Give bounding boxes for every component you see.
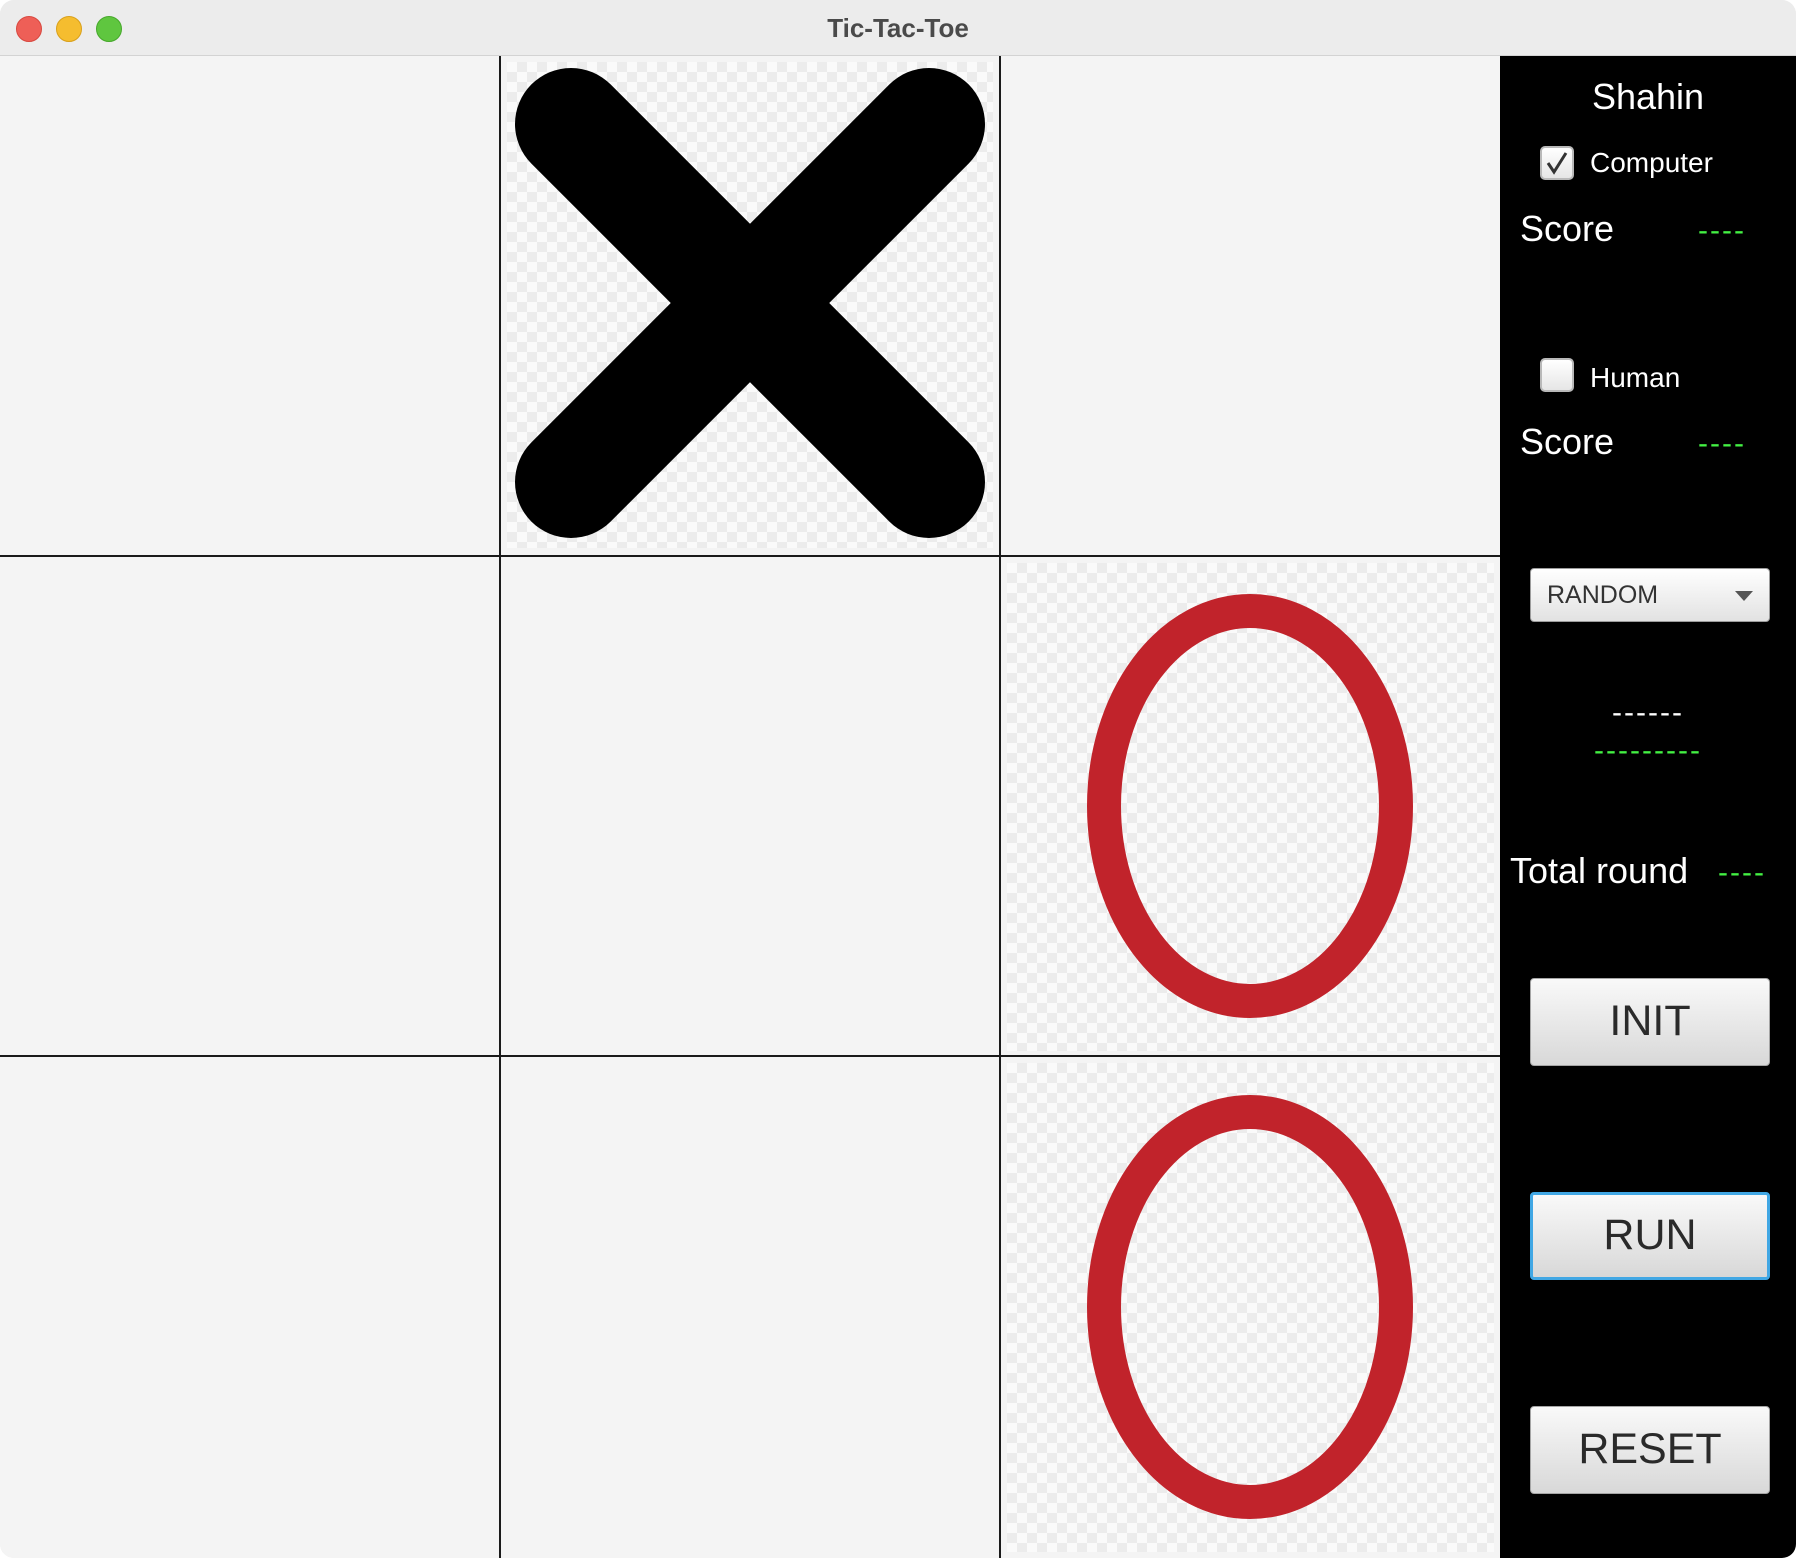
init-button[interactable]: INIT — [1530, 978, 1770, 1066]
chevron-down-icon — [1735, 591, 1753, 601]
computer-checkbox[interactable] — [1540, 146, 1574, 180]
board-cell-5[interactable] — [501, 557, 1001, 1057]
computer-score-label: Score — [1520, 208, 1615, 249]
status-line-1: ------ — [1612, 696, 1684, 729]
human-score-value: ---- — [1698, 427, 1746, 460]
status-line-2: --------- — [1594, 734, 1702, 767]
mode-dropdown[interactable]: RANDOM — [1530, 568, 1770, 622]
o-mark-icon — [1087, 594, 1413, 1018]
game-board — [0, 56, 1500, 1558]
run-button[interactable]: RUN — [1530, 1192, 1770, 1280]
computer-score-value: ---- — [1698, 214, 1746, 247]
checkmark-icon — [1546, 152, 1568, 175]
board-cell-6[interactable] — [1001, 557, 1500, 1057]
board-cell-4[interactable] — [0, 557, 501, 1057]
o-mark-icon — [1087, 1095, 1413, 1519]
window-title: Tic-Tac-Toe — [827, 13, 969, 43]
total-round-label: Total round — [1510, 850, 1689, 891]
board-cell-8[interactable] — [501, 1057, 1001, 1558]
control-panel: Shahin Computer Score ---- Human Score -… — [1500, 56, 1796, 1558]
board-cell-2[interactable] — [501, 56, 1001, 557]
human-score-label: Score — [1520, 421, 1615, 462]
title-bar: Tic-Tac-Toe — [0, 0, 1796, 56]
board-cell-9[interactable] — [1001, 1057, 1500, 1558]
player-name: Shahin — [1591, 76, 1705, 117]
human-label: Human — [1590, 362, 1681, 393]
reset-button[interactable]: RESET — [1530, 1406, 1770, 1494]
board-cell-1[interactable] — [0, 56, 501, 557]
board-cell-7[interactable] — [0, 1057, 501, 1558]
total-round-value: ---- — [1718, 856, 1766, 889]
mode-dropdown-value: RANDOM — [1547, 581, 1659, 609]
board-cell-3[interactable] — [1001, 56, 1500, 557]
human-checkbox[interactable] — [1540, 358, 1574, 392]
computer-label: Computer — [1590, 147, 1713, 178]
x-mark-icon — [515, 68, 985, 538]
app-window: Tic-Tac-Toe Shahin Computer Score ---- H… — [0, 0, 1796, 1558]
